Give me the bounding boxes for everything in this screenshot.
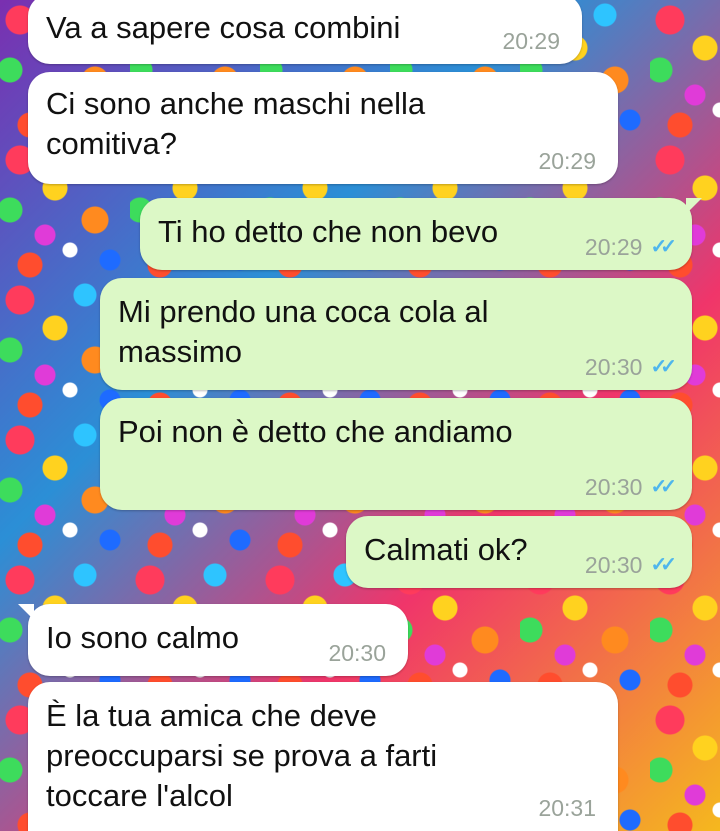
message-bubble-outgoing[interactable]: Poi non è detto che andiamo 20:30 ✓✓ (100, 398, 692, 510)
message-bubble-outgoing[interactable]: Calmati ok? 20:30 ✓✓ (346, 516, 692, 588)
chat-screen: { "messages": [ {"direction": "incoming"… (0, 0, 720, 831)
message-text: Calmati ok? (364, 532, 528, 567)
message-meta: 20:30 (328, 640, 386, 666)
message-bubble-incoming[interactable]: È la tua amica che deve preoccuparsi se … (28, 682, 618, 831)
message-meta: 20:29 (538, 148, 596, 174)
message-text: Poi non è detto che andiamo (118, 414, 513, 449)
message-text: Mi prendo una coca cola al massimo (118, 294, 489, 369)
message-bubble-outgoing[interactable]: Ti ho detto che non bevo 20:29 ✓✓ (140, 198, 702, 270)
message-time: 20:31 (538, 795, 596, 821)
message-text: Ci sono anche maschi nella comitiva? (46, 86, 426, 161)
double-check-icon: ✓✓ (650, 476, 676, 498)
bubble-tail (18, 604, 34, 620)
message-meta: 20:30 ✓✓ (584, 354, 677, 380)
message-time: 20:30 (328, 640, 386, 666)
message-time: 20:30 (584, 552, 643, 578)
bubble-tail (686, 198, 702, 214)
message-time: 20:29 (538, 148, 596, 174)
message-time: 20:29 (584, 234, 643, 260)
message-bubble-incoming[interactable]: Va a sapere cosa combini 20:29 (28, 0, 582, 64)
message-meta: 20:29 (502, 28, 560, 54)
message-bubble-incoming[interactable]: Ci sono anche maschi nella comitiva? 20:… (28, 72, 618, 184)
message-text: Io sono calmo (46, 620, 239, 655)
message-time: 20:30 (584, 354, 643, 380)
message-time: 20:29 (502, 28, 560, 54)
message-text: È la tua amica che deve preoccuparsi se … (46, 698, 438, 813)
message-bubble-incoming[interactable]: Io sono calmo 20:30 (18, 604, 408, 676)
message-bubble-outgoing[interactable]: Mi prendo una coca cola al massimo 20:30… (100, 278, 692, 390)
message-meta: 20:31 (538, 795, 596, 821)
message-time: 20:30 (584, 474, 643, 500)
double-check-icon: ✓✓ (650, 356, 676, 378)
message-text: Va a sapere cosa combini (46, 10, 401, 45)
message-meta: 20:30 ✓✓ (584, 474, 677, 500)
message-meta: 20:30 ✓✓ (584, 552, 677, 578)
double-check-icon: ✓✓ (650, 554, 676, 576)
double-check-icon: ✓✓ (650, 236, 676, 258)
message-text: Ti ho detto che non bevo (158, 214, 499, 249)
message-meta: 20:29 ✓✓ (584, 234, 677, 260)
